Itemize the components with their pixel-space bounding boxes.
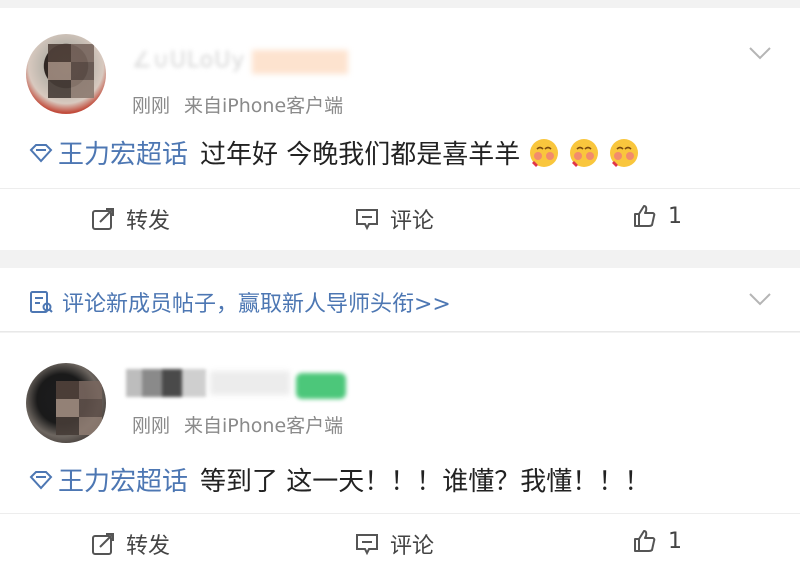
user-badge: [252, 50, 348, 74]
repost-label: 转发: [126, 209, 171, 234]
chevron-down-icon[interactable]: [748, 46, 772, 60]
post-actions: 转发 评论 1: [0, 513, 800, 573]
comment-label: 评论: [390, 534, 435, 559]
post-meta: 刚刚 来自iPhone客户端: [132, 91, 343, 118]
blushing-face-icon: [528, 137, 560, 169]
like-button[interactable]: 1: [632, 528, 682, 554]
post-card-1: ∠∪ULoUy 刚刚 来自iPhone客户端 王力宏超话 过年好 今晚我们都是喜羊…: [0, 8, 800, 250]
username-redacted-tail: [210, 371, 290, 395]
repost-icon: [92, 533, 114, 555]
like-count: 1: [668, 203, 682, 229]
new-member-banner[interactable]: 评论新成员帖子，赢取新人导师头衔>>: [0, 268, 800, 332]
comment-icon: [356, 534, 378, 556]
post-actions: 转发 评论 1: [0, 188, 800, 248]
avatar[interactable]: [26, 34, 106, 114]
topic-link[interactable]: 王力宏超话: [28, 461, 188, 498]
post-source: 来自iPhone客户端: [184, 415, 344, 437]
topic-label: 王力宏超话: [58, 467, 189, 497]
user-badge: [296, 373, 346, 399]
banner-link[interactable]: 评论新成员帖子，赢取新人导师头衔>>: [28, 286, 451, 318]
repost-button[interactable]: 转发: [90, 203, 170, 235]
post-time: 刚刚: [132, 415, 171, 437]
blushing-face-icon: [608, 137, 640, 169]
blushing-face-icon: [568, 137, 600, 169]
post-source: 来自iPhone客户端: [184, 95, 344, 117]
post-card-2: 刚刚 来自iPhone客户端 王力宏超话 等到了 这一天！！！谁懂？我懂！！！ 转…: [0, 333, 800, 580]
comment-icon: [356, 209, 378, 231]
chevron-down-icon[interactable]: [748, 292, 772, 306]
username-redacted[interactable]: [126, 369, 206, 397]
diamond-icon: [29, 470, 53, 489]
post-text: 过年好 今晚我们都是喜羊羊: [200, 140, 521, 170]
username[interactable]: ∠∪ULoUy: [132, 48, 245, 73]
comment-label: 评论: [390, 209, 435, 234]
post-meta: 刚刚 来自iPhone客户端: [132, 411, 343, 438]
diamond-icon: [29, 143, 53, 162]
thumbs-up-icon: [634, 205, 656, 227]
like-count: 1: [668, 528, 682, 554]
avatar-mosaic: [56, 381, 102, 435]
banner-label: 评论新成员帖子，赢取新人导师头衔>>: [62, 292, 451, 317]
post-content: 王力宏超话 过年好 今晚我们都是喜羊羊: [28, 134, 640, 171]
repost-icon: [92, 208, 114, 230]
post-content: 王力宏超话 等到了 这一天！！！谁懂？我懂！！！: [28, 461, 650, 498]
repost-label: 转发: [126, 534, 171, 559]
document-icon: [30, 291, 53, 313]
repost-button[interactable]: 转发: [90, 528, 170, 560]
topic-link[interactable]: 王力宏超话: [28, 134, 188, 171]
comment-button[interactable]: 评论: [354, 203, 434, 235]
topic-label: 王力宏超话: [58, 140, 189, 170]
post-text: 等到了 这一天！！！谁懂？我懂！！！: [200, 467, 651, 497]
comment-button[interactable]: 评论: [354, 528, 434, 560]
like-button[interactable]: 1: [632, 203, 682, 229]
post-time: 刚刚: [132, 95, 171, 117]
thumbs-up-icon: [634, 530, 656, 552]
avatar-mosaic: [48, 44, 94, 98]
avatar[interactable]: [26, 363, 106, 443]
